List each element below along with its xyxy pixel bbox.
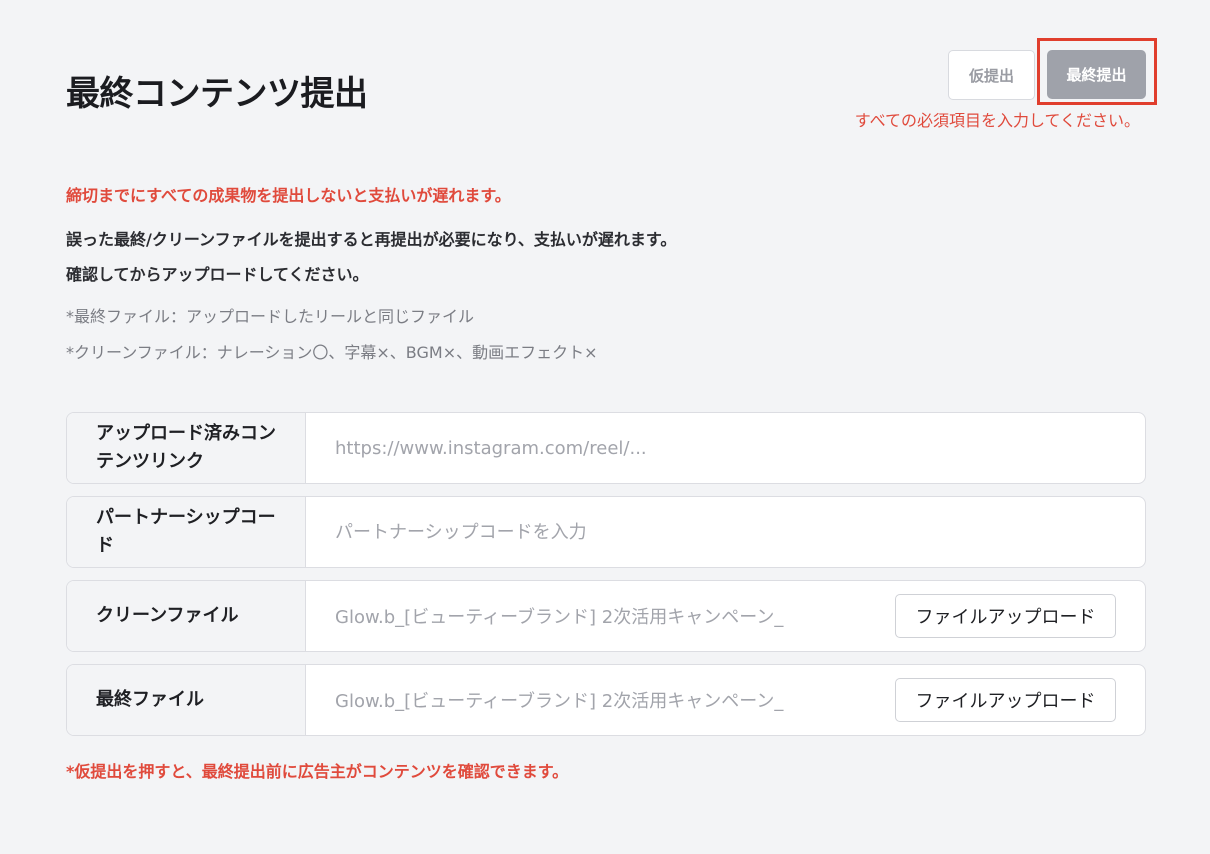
clean-file-note: *クリーンファイル：ナレーション〇、字幕×、BGM×、動画エフェクト× [66,343,598,362]
draft-submit-button[interactable]: 仮提出 [948,50,1035,100]
form-row-clean-file: クリーンファイル Glow.b_[ビューティーブランド] 2次活用キャンペーン_… [66,580,1146,652]
draft-submit-note: *仮提出を押すと、最終提出前に広告主がコンテンツを確認できます。 [66,762,569,781]
final-file-note: *最終ファイル：アップロードしたリールと同じファイル [66,307,475,326]
check-before-upload-text: 確認してからアップロードしてください。 [66,265,369,284]
required-fields-error: すべての必須項目を入力してください。 [854,111,1140,130]
form-row-content-link: アップロード済みコンテンツリンク [66,412,1146,484]
deadline-warning: 締切までにすべての成果物を提出しないと支払いが遅れます。 [66,186,511,205]
partnership-code-label: パートナーシップコード [67,497,306,567]
form-row-partnership-code: パートナーシップコード [66,496,1146,568]
content-link-input[interactable] [335,437,1116,459]
final-file-label: 最終ファイル [67,665,306,735]
final-file-field-wrap: Glow.b_[ビューティーブランド] 2次活用キャンペーン_ ファイルアップロ… [306,665,1145,735]
final-file-name: Glow.b_[ビューティーブランド] 2次活用キャンペーン_ [335,691,784,712]
partnership-code-input[interactable] [335,521,1116,543]
form-row-final-file: 最終ファイル Glow.b_[ビューティーブランド] 2次活用キャンペーン_ フ… [66,664,1146,736]
page-title: 最終コンテンツ提出 [66,74,368,114]
clean-file-name: Glow.b_[ビューティーブランド] 2次活用キャンペーン_ [335,607,784,628]
wrong-file-warning: 誤った最終/クリーンファイルを提出すると再提出が必要になり、支払いが遅れます。 [66,230,677,249]
final-file-upload-button[interactable]: ファイルアップロード [895,678,1116,722]
final-submit-button[interactable]: 最終提出 [1047,50,1146,99]
clean-file-field-wrap: Glow.b_[ビューティーブランド] 2次活用キャンペーン_ ファイルアップロ… [306,581,1145,651]
clean-file-upload-button[interactable]: ファイルアップロード [895,594,1116,638]
partnership-code-field-wrap [306,497,1145,567]
clean-file-label: クリーンファイル [67,581,306,651]
content-link-label: アップロード済みコンテンツリンク [67,413,306,483]
content-link-field-wrap [306,413,1145,483]
